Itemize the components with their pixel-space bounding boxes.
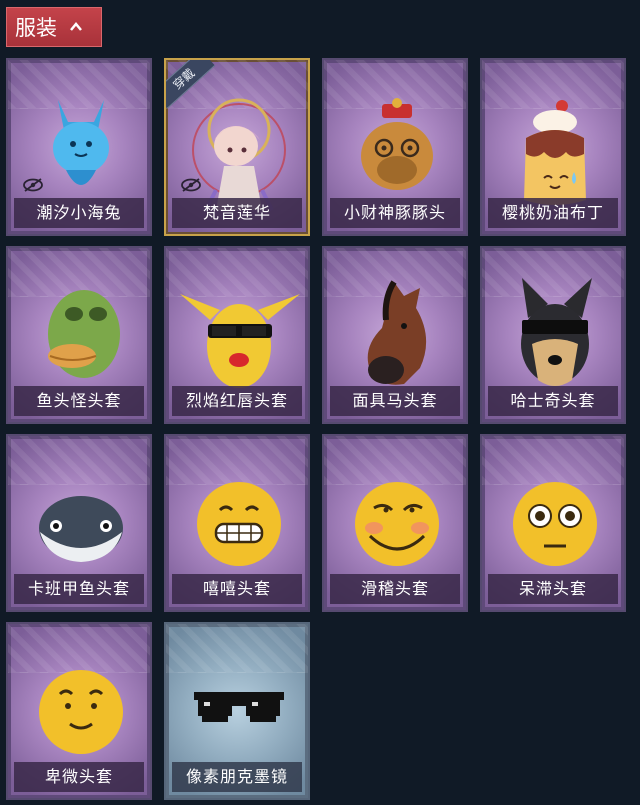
costume-name: 卑微头套 — [14, 762, 144, 792]
costume-card-fiery-lips[interactable]: 烈焰红唇头套 — [164, 246, 310, 424]
costume-card-fish-monster[interactable]: 鱼头怪头套 — [6, 246, 152, 424]
costume-name: 嘻嘻头套 — [172, 574, 302, 604]
costume-name: 滑稽头套 — [330, 574, 460, 604]
costume-card-cherry-pudding[interactable]: 樱桃奶油布丁 — [480, 58, 626, 236]
costume-name: 像素朋克墨镜 — [172, 762, 302, 792]
costume-card-fortune-capybara[interactable]: 小财神豚豚头 — [322, 58, 468, 236]
costume-name: 小财神豚豚头 — [330, 198, 460, 228]
costume-card-humble[interactable]: 卑微头套 — [6, 622, 152, 800]
costume-name: 卡班甲鱼头套 — [14, 574, 144, 604]
costume-name: 鱼头怪头套 — [14, 386, 144, 416]
costume-name: 烈焰红唇头套 — [172, 386, 302, 416]
costume-name: 面具马头套 — [330, 386, 460, 416]
costume-card-husky[interactable]: 哈士奇头套 — [480, 246, 626, 424]
costume-card-kaban-turtle[interactable]: 卡班甲鱼头套 — [6, 434, 152, 612]
costume-name: 哈士奇头套 — [488, 386, 618, 416]
costume-name: 潮汐小海兔 — [14, 198, 144, 228]
costume-card-tidal-bunny[interactable]: 潮汐小海兔 — [6, 58, 152, 236]
costume-card-grin[interactable]: 嘻嘻头套 — [164, 434, 310, 612]
costume-grid: 潮汐小海兔 穿戴 梵音莲华 小财神豚豚头 樱桃奶油布丁 鱼头怪头套 烈焰红唇头套… — [0, 0, 640, 805]
eye-hidden-icon — [181, 178, 201, 192]
costume-name: 呆滞头套 — [488, 574, 618, 604]
costume-name: 梵音莲华 — [172, 198, 302, 228]
costume-card-horse-mask[interactable]: 面具马头套 — [322, 246, 468, 424]
costume-name: 樱桃奶油布丁 — [488, 198, 618, 228]
costume-card-funny[interactable]: 滑稽头套 — [322, 434, 468, 612]
costume-card-pixel-sunglasses[interactable]: 像素朋克墨镜 — [164, 622, 310, 800]
costume-card-sanskrit-lotus[interactable]: 穿戴 梵音莲华 — [164, 58, 310, 236]
eye-hidden-icon — [23, 178, 43, 192]
costume-card-dazed[interactable]: 呆滞头套 — [480, 434, 626, 612]
